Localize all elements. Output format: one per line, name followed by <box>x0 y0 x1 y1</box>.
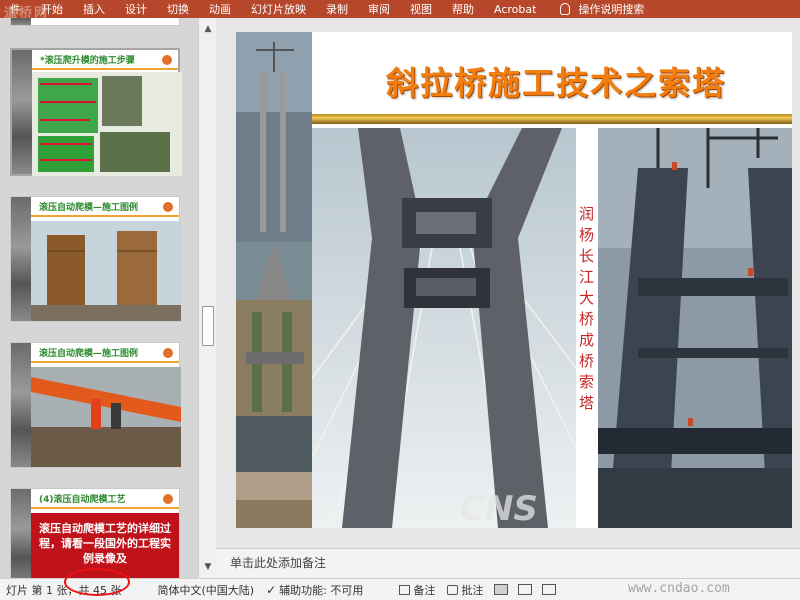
thumbnail-slide-2[interactable]: 滚压自动爬模—施工图例 <box>10 196 181 322</box>
accessibility-icon: ✓ <box>266 582 277 597</box>
thumbnail-image <box>31 367 181 467</box>
scroll-down-arrow-icon[interactable]: ▼ <box>201 560 215 574</box>
notes-icon <box>399 584 411 595</box>
thumbnail-strip <box>11 343 31 467</box>
logo-icon <box>162 55 172 65</box>
thumbnail-previous[interactable] <box>10 18 180 26</box>
tab-insert[interactable]: 插入 <box>73 1 115 17</box>
thumbnail-body <box>31 221 181 321</box>
normal-view-icon[interactable] <box>494 584 509 595</box>
tab-acrobat[interactable]: Acrobat <box>484 3 546 16</box>
thumbnail-slide-1[interactable]: *滚压爬升模的施工步骤 <box>10 48 182 176</box>
photo-strip <box>236 32 312 528</box>
reading-view-icon[interactable] <box>542 584 557 595</box>
thumbnail-title: 滚压自动爬模—施工图例 <box>11 197 179 217</box>
title-divider <box>312 114 792 124</box>
tab-view[interactable]: 视图 <box>400 1 442 17</box>
thumbnail-title: (4)滚压自动爬模工艺 <box>11 489 179 509</box>
accessibility-status[interactable]: ✓ 辅助功能: 不可用 <box>260 582 369 598</box>
tab-record[interactable]: 录制 <box>316 1 358 17</box>
tab-slideshow[interactable]: 幻灯片放映 <box>241 1 316 17</box>
slide-count-highlight-circle <box>64 568 130 596</box>
comment-icon <box>447 584 459 595</box>
photo-watermark: CNS <box>460 489 538 528</box>
thumbnail-strip <box>11 197 31 321</box>
logo-icon <box>163 494 173 504</box>
tab-animations[interactable]: 动画 <box>199 1 241 17</box>
logo-icon <box>163 202 173 212</box>
notes-pane[interactable]: 单击此处添加备注 <box>216 548 800 578</box>
tab-review[interactable]: 审阅 <box>358 1 400 17</box>
bridge-tower-photo: CNS <box>312 128 576 528</box>
thumbnail-slide-4[interactable]: (4)滚压自动爬模工艺 滚压自动爬模工艺的详细过程，请看一段国外的工程实例录像及 <box>10 488 180 578</box>
comments-button[interactable]: 批注 <box>441 582 489 598</box>
tell-me-search[interactable]: 操作说明搜索 <box>576 1 654 17</box>
slide-thumbnail-pane: *滚压爬升模的施工步骤 滚压自动爬模—施工图例 滚压自动爬模—施工图例 (4)滚… <box>0 18 198 578</box>
language-indicator[interactable]: 简体中文(中国大陆) <box>127 582 260 598</box>
logo-icon <box>163 348 173 358</box>
site-watermark-bottom: www.cndao.com <box>628 581 730 596</box>
thumbnail-strip <box>12 50 32 174</box>
thumbnail-title: *滚压爬升模的施工步骤 <box>12 50 178 70</box>
thumbnail-strip <box>11 18 31 25</box>
ribbon-menu-bar: 件 开始 插入 设计 切换 动画 幻灯片放映 录制 审阅 视图 帮助 Acrob… <box>0 0 800 18</box>
thumbnail-image <box>32 72 182 176</box>
thumbnail-title: 滚压自动爬模—施工图例 <box>11 343 179 363</box>
tab-design[interactable]: 设计 <box>115 1 157 17</box>
lightbulb-icon <box>560 3 571 15</box>
scroll-up-arrow-icon[interactable]: ▲ <box>201 22 215 36</box>
scrollbar-thumb[interactable] <box>202 306 214 346</box>
slide-sorter-icon[interactable] <box>518 584 533 595</box>
thumbnail-strip <box>11 489 31 578</box>
notes-button[interactable]: 备注 <box>369 582 441 598</box>
thumbnail-slide-3[interactable]: 滚压自动爬模—施工图例 <box>10 342 181 468</box>
slide-edit-area: 斜拉桥施工技术之索塔 CNS 润杨长江大桥成桥索塔 <box>216 18 800 548</box>
thumbnail-image <box>31 221 181 321</box>
vertical-caption[interactable]: 润杨长江大桥成桥索塔 <box>579 204 594 414</box>
thumbnail-body <box>32 72 182 176</box>
current-slide[interactable]: 斜拉桥施工技术之索塔 CNS 润杨长江大桥成桥索塔 <box>236 32 792 528</box>
tower-construction-photo <box>598 128 792 528</box>
tab-help[interactable]: 帮助 <box>442 1 484 17</box>
thumbnail-scrollbar[interactable]: ▲ ▼ <box>198 18 216 578</box>
slide-title[interactable]: 斜拉桥施工技术之索塔 <box>386 58 726 104</box>
tab-transitions[interactable]: 切换 <box>157 1 199 17</box>
thumbnail-body <box>31 367 181 467</box>
